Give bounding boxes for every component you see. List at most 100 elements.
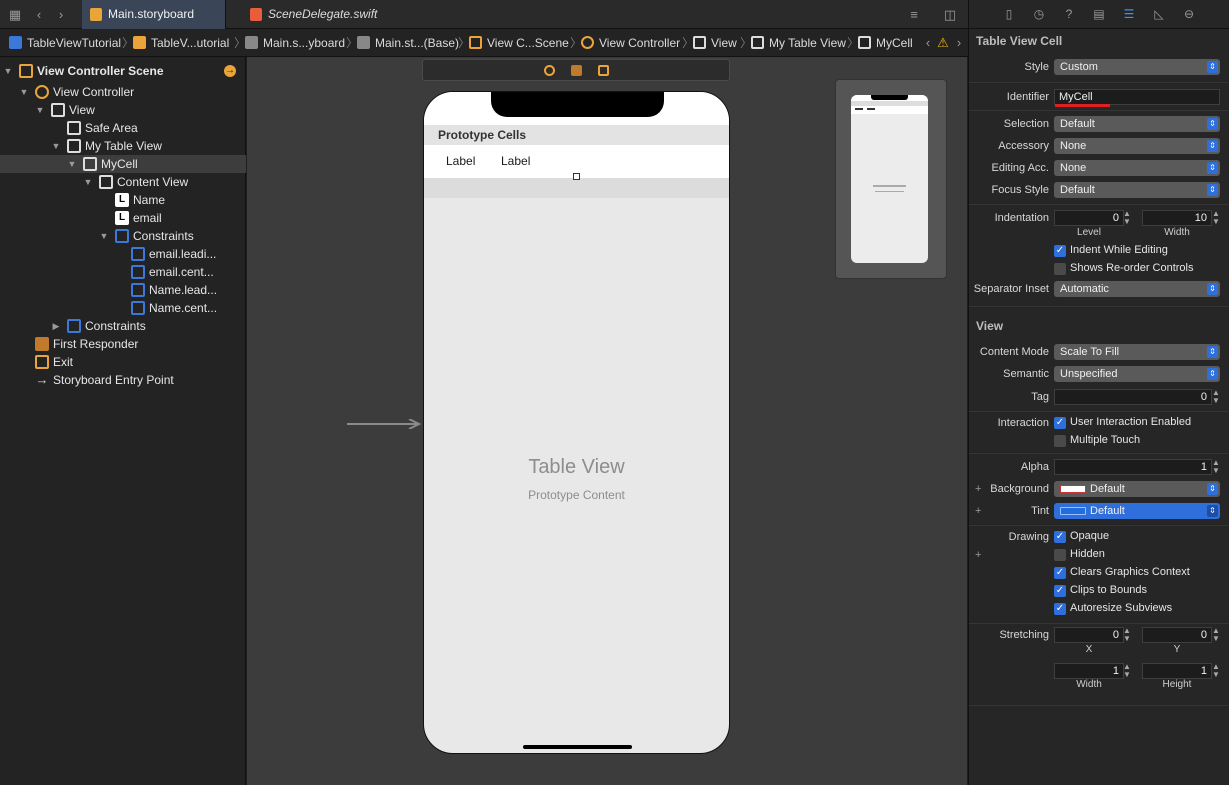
stepper-icon[interactable]: ▲ ▼ — [1211, 210, 1221, 226]
tag-field[interactable]: 0 — [1054, 389, 1212, 405]
stretch-y-field[interactable]: 0 — [1142, 627, 1212, 643]
stepper-icon[interactable]: ▲ ▼ — [1211, 627, 1221, 643]
breadcrumb-folder[interactable]: TableV...utorial — [133, 35, 229, 51]
breadcrumb-view-controller[interactable]: View Controller — [581, 35, 680, 51]
breadcrumb-view[interactable]: View — [693, 35, 737, 51]
identity-icon[interactable]: ▤ — [1092, 7, 1106, 21]
opaque-checkbox[interactable]: ✓ — [1054, 531, 1066, 543]
entry-point-arrow[interactable] — [347, 419, 422, 429]
multiple-touch-checkbox[interactable] — [1054, 435, 1066, 447]
attributes-icon[interactable]: ☰ — [1122, 7, 1136, 21]
chevron-down-icon[interactable]: ▼ — [67, 155, 77, 173]
shows-reorder-checkbox[interactable] — [1054, 263, 1066, 275]
indentation-level-field[interactable]: 0 — [1054, 210, 1124, 226]
arrow-right-icon[interactable]: → — [224, 65, 236, 77]
outline-constraints-inner[interactable]: ▼ Constraints — [0, 227, 246, 245]
forward-icon[interactable]: › — [951, 35, 967, 51]
outline-cell[interactable]: ▼ MyCell — [0, 155, 246, 173]
chevron-down-icon[interactable]: ▼ — [83, 173, 93, 191]
minimap[interactable] — [835, 79, 947, 279]
back-icon[interactable]: ‹ — [31, 7, 47, 23]
outline-scene[interactable]: ▼ View Controller Scene → — [0, 62, 246, 80]
forward-icon[interactable]: › — [53, 7, 69, 23]
iphone-scene[interactable]: Prototype Cells Label Label Table View P… — [423, 91, 730, 754]
chevron-down-icon[interactable]: ▼ — [19, 83, 29, 101]
content-mode-popup[interactable]: Scale To Fill ⇕ — [1054, 344, 1220, 360]
breadcrumb-base[interactable]: Main.st...(Base) — [357, 35, 459, 51]
chevron-down-icon[interactable]: ▼ — [99, 227, 109, 245]
chevron-down-icon[interactable]: ▼ — [51, 137, 61, 155]
warning-icon[interactable]: ⚠ — [935, 35, 951, 51]
indentation-width-field[interactable]: 10 — [1142, 210, 1212, 226]
breadcrumb-table-view[interactable]: My Table View — [751, 35, 846, 51]
background-popup[interactable]: Default ⇕ — [1054, 481, 1220, 497]
stepper-icon[interactable]: ▲ ▼ — [1122, 627, 1132, 643]
view-controller-icon[interactable] — [544, 65, 555, 76]
outline-safe-area[interactable]: Safe Area — [0, 119, 246, 137]
outline-constraints-outer[interactable]: ▶ Constraints — [0, 317, 246, 335]
editing-acc-popup[interactable]: None ⇕ — [1054, 160, 1220, 176]
back-icon[interactable]: ‹ — [920, 35, 936, 51]
storyboard-canvas[interactable]: Prototype Cells Label Label Table View P… — [247, 57, 967, 785]
autoresize-checkbox[interactable]: ✓ — [1054, 603, 1066, 615]
identifier-field[interactable]: MyCell — [1054, 89, 1220, 105]
breadcrumb-storyboard[interactable]: Main.s...yboard — [245, 35, 345, 51]
plus-icon[interactable]: + — [975, 505, 981, 517]
user-interaction-checkbox[interactable]: ✓ — [1054, 417, 1066, 429]
clears-context-checkbox[interactable]: ✓ — [1054, 567, 1066, 579]
outline-content-view[interactable]: ▼ Content View — [0, 173, 246, 191]
chevron-down-icon[interactable]: ▼ — [35, 101, 45, 119]
outline-table-view[interactable]: ▼ My Table View — [0, 137, 246, 155]
first-responder-icon[interactable] — [571, 65, 582, 76]
outline-constraint[interactable]: Name.lead... — [0, 281, 246, 299]
stretch-width-field[interactable]: 1 — [1054, 663, 1124, 679]
plus-icon[interactable]: + — [975, 483, 981, 495]
outline-label-name[interactable]: L Name — [0, 191, 246, 209]
cell-label-email[interactable]: Label — [501, 154, 530, 168]
semantic-popup[interactable]: Unspecified ⇕ — [1054, 366, 1220, 382]
selection-popup[interactable]: Default ⇕ — [1054, 116, 1220, 132]
outline-view[interactable]: ▼ View — [0, 101, 246, 119]
outline-view-controller[interactable]: ▼ View Controller — [0, 83, 246, 101]
indent-while-editing-checkbox[interactable]: ✓ — [1054, 245, 1066, 257]
focus-style-popup[interactable]: Default ⇕ — [1054, 182, 1220, 198]
tab-main-storyboard[interactable]: Main.storyboard — [82, 0, 226, 29]
clips-bounds-checkbox[interactable]: ✓ — [1054, 585, 1066, 597]
outline-constraint[interactable]: Name.cent... — [0, 299, 246, 317]
breadcrumb-cell[interactable]: MyCell — [858, 35, 913, 51]
tint-popup[interactable]: Default ⇕ — [1054, 503, 1220, 519]
style-popup[interactable]: Custom ⇕ — [1054, 59, 1220, 75]
stepper-icon[interactable]: ▲ ▼ — [1211, 663, 1221, 679]
size-icon[interactable]: ◺ — [1152, 7, 1166, 21]
stepper-icon[interactable]: ▲ ▼ — [1122, 210, 1132, 226]
split-editor-icon[interactable]: ◫ — [942, 7, 958, 23]
outline-constraint[interactable]: email.leadi... — [0, 245, 246, 263]
outline-exit[interactable]: Exit — [0, 353, 246, 371]
stretch-height-field[interactable]: 1 — [1142, 663, 1212, 679]
outline-first-responder[interactable]: First Responder — [0, 335, 246, 353]
cell-label-name[interactable]: Label — [446, 154, 475, 168]
stepper-icon[interactable]: ▲ ▼ — [1211, 389, 1221, 405]
lines-icon[interactable]: ≡ — [906, 7, 922, 23]
tab-scene-delegate[interactable]: SceneDelegate.swift — [242, 0, 392, 29]
help-icon[interactable]: ? — [1062, 7, 1076, 21]
alpha-field[interactable]: 1 — [1054, 459, 1212, 475]
grid-icon[interactable]: ▦ — [7, 7, 23, 23]
stepper-icon[interactable]: ▲ ▼ — [1122, 663, 1132, 679]
separator-inset-popup[interactable]: Automatic ⇕ — [1054, 281, 1220, 297]
history-icon[interactable]: ◷ — [1032, 7, 1046, 21]
stretch-x-field[interactable]: 0 — [1054, 627, 1124, 643]
exit-icon[interactable] — [598, 65, 609, 76]
plus-icon[interactable]: + — [975, 549, 981, 561]
connections-icon[interactable]: ⊖ — [1182, 7, 1196, 21]
outline-label-email[interactable]: L email — [0, 209, 246, 227]
hidden-checkbox[interactable] — [1054, 549, 1066, 561]
outline-constraint[interactable]: email.cent... — [0, 263, 246, 281]
chevron-down-icon[interactable]: ▼ — [3, 62, 13, 80]
chevron-right-icon[interactable]: ▶ — [51, 317, 61, 335]
accessory-popup[interactable]: None ⇕ — [1054, 138, 1220, 154]
breadcrumb-scene[interactable]: View C...Scene — [469, 35, 569, 51]
stepper-icon[interactable]: ▲ ▼ — [1211, 459, 1221, 475]
resize-handle[interactable] — [573, 173, 580, 180]
breadcrumb-project[interactable]: TableViewTutorial — [9, 35, 121, 51]
